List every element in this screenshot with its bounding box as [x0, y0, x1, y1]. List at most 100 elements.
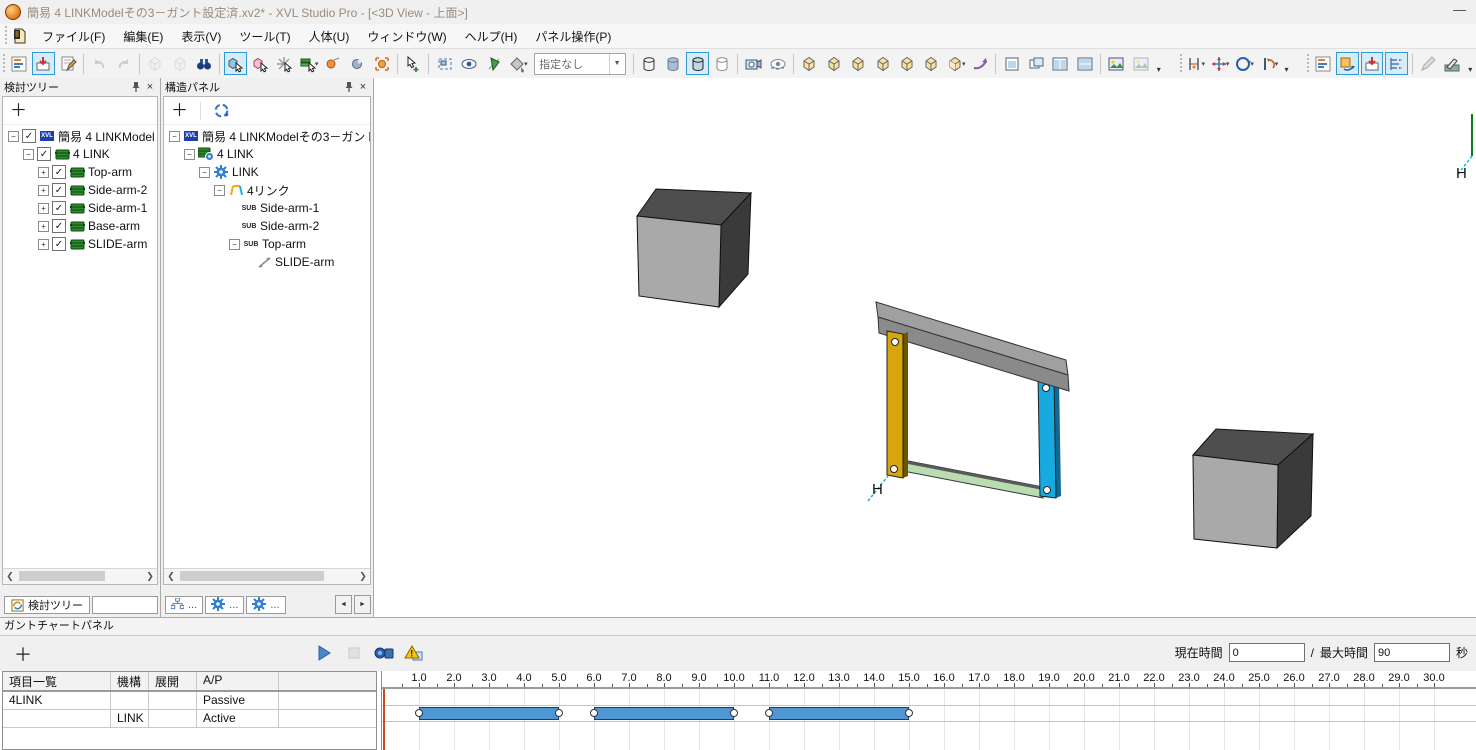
apply-model-icon[interactable] — [32, 52, 54, 75]
interference-check-icon[interactable]: ! — [402, 641, 425, 664]
gantt-bar-0-end-handle[interactable] — [555, 709, 563, 717]
cursor-add-icon[interactable] — [402, 52, 424, 75]
menu-item-2[interactable]: 表示(V) — [172, 25, 230, 48]
expand-icon[interactable]: + — [38, 203, 49, 214]
view-3d[interactable]: H H — [374, 78, 1476, 617]
window-vsplit-icon[interactable] — [1049, 52, 1071, 75]
visibility-checkbox[interactable]: ✓ — [52, 165, 66, 179]
view-cube-back-icon[interactable] — [822, 52, 844, 75]
add-item-button[interactable]: ＋ — [171, 102, 188, 119]
fill-color-icon[interactable]: ▾ — [507, 52, 529, 75]
gantt-timeline[interactable]: 1.02.03.04.05.06.07.08.09.010.011.012.01… — [381, 671, 1476, 750]
window-cascade-icon[interactable] — [1025, 52, 1047, 75]
gantt-bar-1[interactable] — [594, 707, 734, 720]
review-tree-hscrollbar[interactable]: ❮ ❯ — [3, 568, 157, 584]
structure-tree-row-2[interactable]: −LINK — [164, 163, 370, 181]
pin-icon[interactable] — [342, 80, 356, 94]
move-parts-icon[interactable]: ▾ — [1208, 52, 1230, 75]
return-parts-icon[interactable]: ▾ — [1257, 52, 1279, 75]
view-cube-bottom-icon[interactable] — [920, 52, 942, 75]
close-icon[interactable]: × — [356, 80, 370, 94]
redo-icon[interactable] — [113, 52, 135, 75]
review-tree-row-0[interactable]: −✓XVL簡易 4 LINKModel — [3, 127, 157, 145]
section-icon[interactable] — [482, 52, 504, 75]
frame-select-icon[interactable] — [433, 52, 455, 75]
add-item-button[interactable]: ＋ — [10, 102, 27, 119]
structure-tab-1[interactable]: ... — [205, 596, 244, 614]
gantt-bar-1-start-handle[interactable] — [590, 709, 598, 717]
select-surface-icon[interactable] — [249, 52, 271, 75]
stop-button[interactable] — [342, 641, 365, 664]
expand-icon[interactable]: + — [38, 221, 49, 232]
pin-icon[interactable] — [129, 80, 143, 94]
toolbar-overflow-icon[interactable]: ▾ — [1281, 52, 1293, 76]
structure-tree-row-3[interactable]: −4リンク — [164, 181, 370, 199]
fly-icon[interactable] — [969, 52, 991, 75]
sync-camera-icon[interactable] — [1336, 52, 1358, 75]
find-binoculars-icon[interactable] — [193, 52, 215, 75]
gantt-bar-1-end-handle[interactable] — [730, 709, 738, 717]
export-image-icon[interactable] — [1105, 52, 1127, 75]
linkage-side-arm-blue[interactable] — [1038, 376, 1061, 498]
view-target-icon[interactable] — [458, 52, 480, 75]
collapse-icon[interactable]: − — [214, 185, 225, 196]
edit-pen-icon[interactable] — [1441, 52, 1463, 75]
collapse-icon[interactable]: − — [169, 131, 180, 142]
refresh-structure-icon[interactable] — [213, 102, 230, 119]
gantt-list-icon[interactable] — [1312, 52, 1334, 75]
gantt-bar-0[interactable] — [419, 707, 559, 720]
structure-tree-hscrollbar[interactable]: ❮ ❯ — [164, 568, 370, 584]
render-wireframe-icon[interactable] — [638, 52, 660, 75]
menu-item-7[interactable]: パネル操作(P) — [526, 25, 620, 48]
snap-region-icon[interactable] — [371, 52, 393, 75]
collapse-icon[interactable]: − — [23, 149, 34, 160]
toolbar-grip[interactable] — [1306, 54, 1311, 74]
scroll-right-icon[interactable]: ❯ — [143, 571, 157, 582]
gantt-bar-2-start-handle[interactable] — [765, 709, 773, 717]
hide-parts-icon[interactable] — [767, 52, 789, 75]
render-edges-icon[interactable] — [686, 52, 708, 75]
view-cube-left-icon[interactable] — [847, 52, 869, 75]
view-cube-right-icon[interactable] — [871, 52, 893, 75]
gantt-row-1[interactable]: LINKActive — [3, 710, 376, 728]
select-free-icon[interactable] — [273, 52, 295, 75]
toolbar-overflow-icon[interactable]: ▾ — [1153, 52, 1165, 76]
gantt-bar-2-end-handle[interactable] — [905, 709, 913, 717]
play-button[interactable] — [312, 641, 335, 664]
scroll-left-icon[interactable]: ❮ — [164, 571, 178, 582]
visibility-checkbox[interactable]: ✓ — [52, 183, 66, 197]
collapse-icon[interactable]: − — [199, 167, 210, 178]
menu-item-0[interactable]: ファイル(F) — [33, 25, 114, 48]
window-hsplit-icon[interactable] — [1074, 52, 1096, 75]
structure-tree-row-1[interactable]: −4 LINK — [164, 145, 370, 163]
visibility-checkbox[interactable]: ✓ — [52, 201, 66, 215]
menubar-grip[interactable] — [3, 26, 8, 46]
visibility-checkbox[interactable]: ✓ — [52, 219, 66, 233]
scroll-left-icon[interactable]: ❮ — [3, 571, 17, 582]
current-time-input[interactable]: 0 — [1229, 643, 1305, 662]
review-tree-row-4[interactable]: +✓Side-arm-1 — [3, 199, 157, 217]
collapse-icon[interactable]: − — [229, 239, 240, 250]
expand-icon[interactable]: + — [38, 185, 49, 196]
review-tree-row-2[interactable]: +✓Top-arm — [3, 163, 157, 181]
scroll-track[interactable] — [17, 569, 143, 584]
review-tree-row-1[interactable]: −✓4 LINK — [3, 145, 157, 163]
tree-list-icon[interactable] — [8, 52, 30, 75]
snap-point-gray-icon[interactable] — [346, 52, 368, 75]
linkage-side-arm-yellow[interactable] — [887, 331, 908, 478]
render-lock-icon[interactable] — [1417, 52, 1439, 75]
nav-prev-button[interactable]: ◄ — [335, 595, 352, 614]
menu-item-6[interactable]: ヘルプ(H) — [456, 25, 527, 48]
scroll-right-icon[interactable]: ❯ — [356, 571, 370, 582]
visibility-checkbox[interactable]: ✓ — [37, 147, 51, 161]
timeline-ruler[interactable]: 1.02.03.04.05.06.07.08.09.010.011.012.01… — [382, 671, 1476, 689]
scroll-thumb[interactable] — [19, 571, 105, 581]
scroll-thumb[interactable] — [180, 571, 324, 581]
display-set-combo[interactable]: 指定なし▼ — [534, 53, 625, 75]
structure-tree-row-6[interactable]: −SUBTop-arm — [164, 235, 370, 253]
render-hidden-icon[interactable] — [711, 52, 733, 75]
toolbar-grip[interactable] — [1178, 54, 1183, 74]
structure-tab-0[interactable]: ... — [165, 596, 203, 614]
current-time-marker[interactable] — [383, 689, 385, 750]
apply-state-icon[interactable] — [1361, 52, 1383, 75]
